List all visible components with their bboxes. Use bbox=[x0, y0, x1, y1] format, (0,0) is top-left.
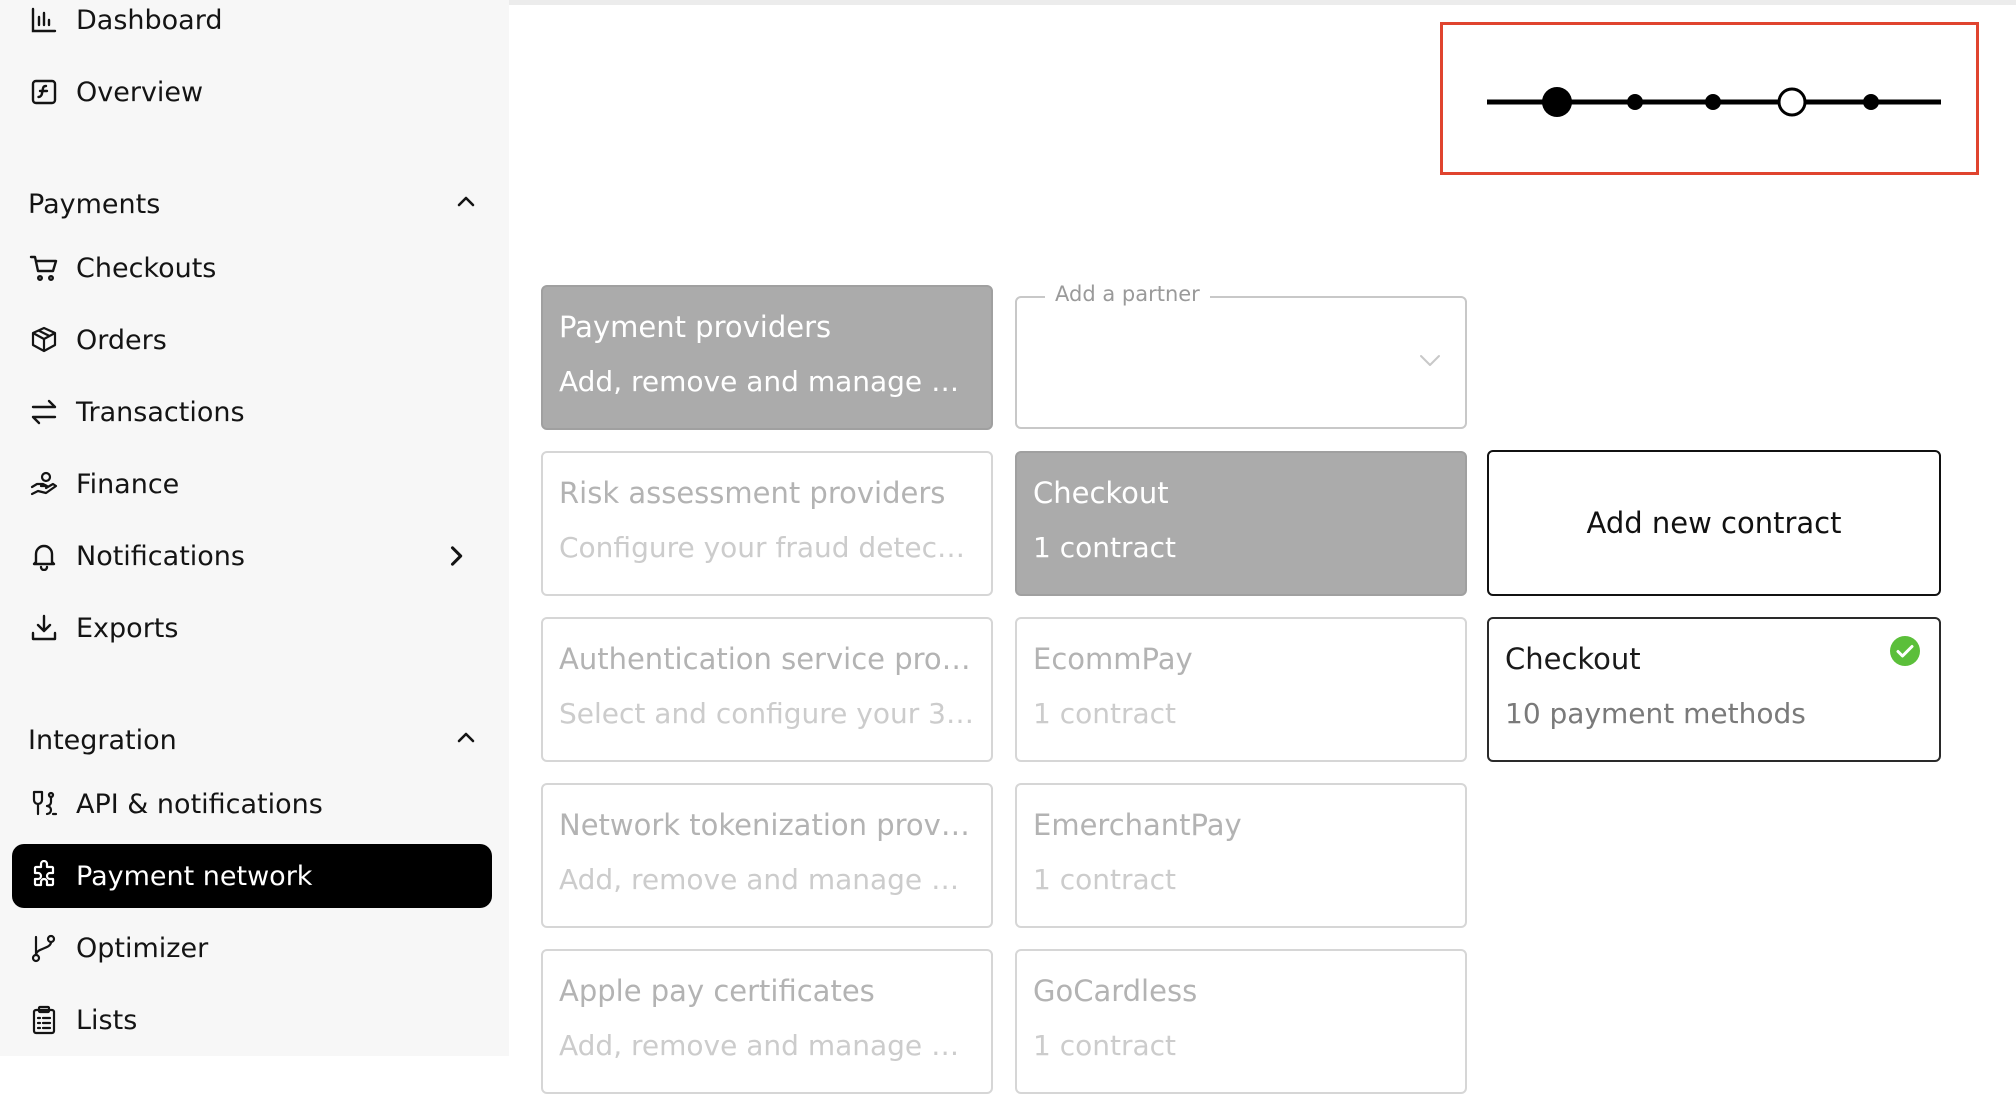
sidebar-item-label: Dashboard bbox=[76, 4, 223, 36]
puzzle-icon bbox=[28, 860, 60, 892]
partner-card-checkout[interactable]: Checkout 1 contract bbox=[1015, 451, 1467, 596]
sidebar-item-label: Notifications bbox=[76, 540, 245, 572]
section-integration-toggle[interactable]: Integration bbox=[28, 716, 478, 764]
card-title: Payment providers bbox=[559, 310, 832, 344]
card-subtitle: Add, remove and manage your payment prov… bbox=[559, 365, 975, 398]
card-subtitle: 1 contract bbox=[1033, 863, 1177, 896]
sidebar-item-overview[interactable]: Overview bbox=[12, 60, 492, 124]
sidebar-item-api-notifications[interactable]: API & notifications bbox=[12, 772, 492, 836]
arrows-swap-icon bbox=[28, 396, 60, 428]
card-title: Checkout bbox=[1033, 476, 1169, 510]
webhook-icon bbox=[28, 788, 60, 820]
card-title: EmerchantPay bbox=[1033, 808, 1242, 842]
package-icon bbox=[28, 324, 60, 356]
sidebar-item-label: Finance bbox=[76, 468, 180, 500]
card-title: Apple pay certificates bbox=[559, 974, 875, 1008]
sidebar-item-label: Overview bbox=[76, 76, 204, 108]
sidebar-item-label: Checkouts bbox=[76, 252, 217, 284]
add-partner-select[interactable]: Add a partner bbox=[1015, 282, 1467, 429]
sidebar-item-orders[interactable]: Orders bbox=[12, 308, 492, 372]
sidebar-item-label: Transactions bbox=[76, 396, 245, 428]
sidebar-item-label: Exports bbox=[76, 612, 179, 644]
sidebar-item-checkouts[interactable]: Checkouts bbox=[12, 236, 492, 300]
section-payments-toggle[interactable]: Payments bbox=[28, 180, 478, 228]
card-subtitle: Select and configure your 3DS providers bbox=[559, 697, 975, 730]
card-title: EcommPay bbox=[1033, 642, 1193, 676]
card-subtitle: 1 contract bbox=[1033, 1029, 1177, 1062]
check-circle-icon bbox=[1889, 635, 1921, 667]
clipboard-list-icon bbox=[28, 1004, 60, 1036]
card-title: Risk assessment providers bbox=[559, 476, 946, 510]
category-card-risk-assessment[interactable]: Risk assessment providers Configure your… bbox=[541, 451, 993, 596]
category-card-authentication[interactable]: Authentication service providers Select … bbox=[541, 617, 993, 762]
card-title: Network tokenization providers bbox=[559, 808, 975, 842]
category-card-payment-providers[interactable]: Payment providers Add, remove and manage… bbox=[541, 285, 993, 430]
step-dot-open[interactable] bbox=[1777, 87, 1807, 117]
partner-card-emerchantpay[interactable]: EmerchantPay 1 contract bbox=[1015, 783, 1467, 928]
download-icon bbox=[28, 612, 60, 644]
card-subtitle: Add, remove and manage your providers bbox=[559, 863, 975, 896]
ledger-icon bbox=[28, 76, 60, 108]
card-subtitle: Add, remove and manage your certificates bbox=[559, 1029, 975, 1062]
hand-coins-icon bbox=[28, 468, 60, 500]
sidebar-item-label: Orders bbox=[76, 324, 167, 356]
cart-icon bbox=[28, 252, 60, 284]
step-dot[interactable] bbox=[1863, 94, 1879, 110]
sidebar-item-transactions[interactable]: Transactions bbox=[12, 380, 492, 444]
sidebar-item-dashboard[interactable]: Dashboard bbox=[12, 0, 492, 52]
chevron-down-icon bbox=[1417, 350, 1443, 374]
add-new-contract-button[interactable]: Add new contract bbox=[1487, 450, 1941, 596]
sidebar-item-label: Lists bbox=[76, 1004, 138, 1036]
chevron-right-icon bbox=[442, 542, 470, 570]
add-partner-label: Add a partner bbox=[1045, 282, 1210, 306]
card-subtitle: 10 payment methods bbox=[1505, 697, 1806, 730]
sidebar-item-exports[interactable]: Exports bbox=[12, 596, 492, 660]
bell-icon bbox=[28, 540, 60, 572]
card-title: Authentication service providers bbox=[559, 642, 975, 676]
sidebar: Dashboard Overview Payments Checkouts Or… bbox=[0, 0, 509, 1056]
branch-icon bbox=[28, 932, 60, 964]
chevron-up-icon bbox=[454, 726, 478, 754]
partner-card-ecommpay[interactable]: EcommPay 1 contract bbox=[1015, 617, 1467, 762]
sidebar-item-label: Optimizer bbox=[76, 932, 209, 964]
step-dot-current[interactable] bbox=[1542, 87, 1572, 117]
sidebar-item-finance[interactable]: Finance bbox=[12, 452, 492, 516]
bar-chart-icon bbox=[28, 4, 60, 36]
card-title: Checkout bbox=[1505, 642, 1641, 676]
card-title: GoCardless bbox=[1033, 974, 1198, 1008]
card-subtitle: 1 contract bbox=[1033, 531, 1177, 564]
sidebar-item-notifications[interactable]: Notifications bbox=[12, 524, 492, 588]
section-title: Payments bbox=[28, 188, 161, 220]
top-divider bbox=[509, 0, 2016, 5]
section-title: Integration bbox=[28, 724, 177, 756]
partner-card-gocardless[interactable]: GoCardless 1 contract bbox=[1015, 949, 1467, 1094]
sidebar-item-optimizer[interactable]: Optimizer bbox=[12, 916, 492, 980]
sidebar-item-label: API & notifications bbox=[76, 788, 323, 820]
step-dot[interactable] bbox=[1627, 94, 1643, 110]
step-dot[interactable] bbox=[1705, 94, 1721, 110]
chevron-up-icon bbox=[454, 190, 478, 218]
step-progress-highlight bbox=[1440, 22, 1979, 175]
sidebar-item-payment-network[interactable]: Payment network bbox=[12, 844, 492, 908]
contract-card-checkout[interactable]: Checkout 10 payment methods bbox=[1487, 617, 1941, 762]
card-subtitle: 1 contract bbox=[1033, 697, 1177, 730]
sidebar-item-label: Payment network bbox=[76, 860, 313, 892]
card-subtitle: Configure your fraud detection providers bbox=[559, 531, 975, 564]
category-card-network-tokenization[interactable]: Network tokenization providers Add, remo… bbox=[541, 783, 993, 928]
sidebar-item-lists[interactable]: Lists bbox=[12, 988, 492, 1052]
step-progress bbox=[1487, 87, 1941, 117]
category-card-apple-pay[interactable]: Apple pay certificates Add, remove and m… bbox=[541, 949, 993, 1094]
